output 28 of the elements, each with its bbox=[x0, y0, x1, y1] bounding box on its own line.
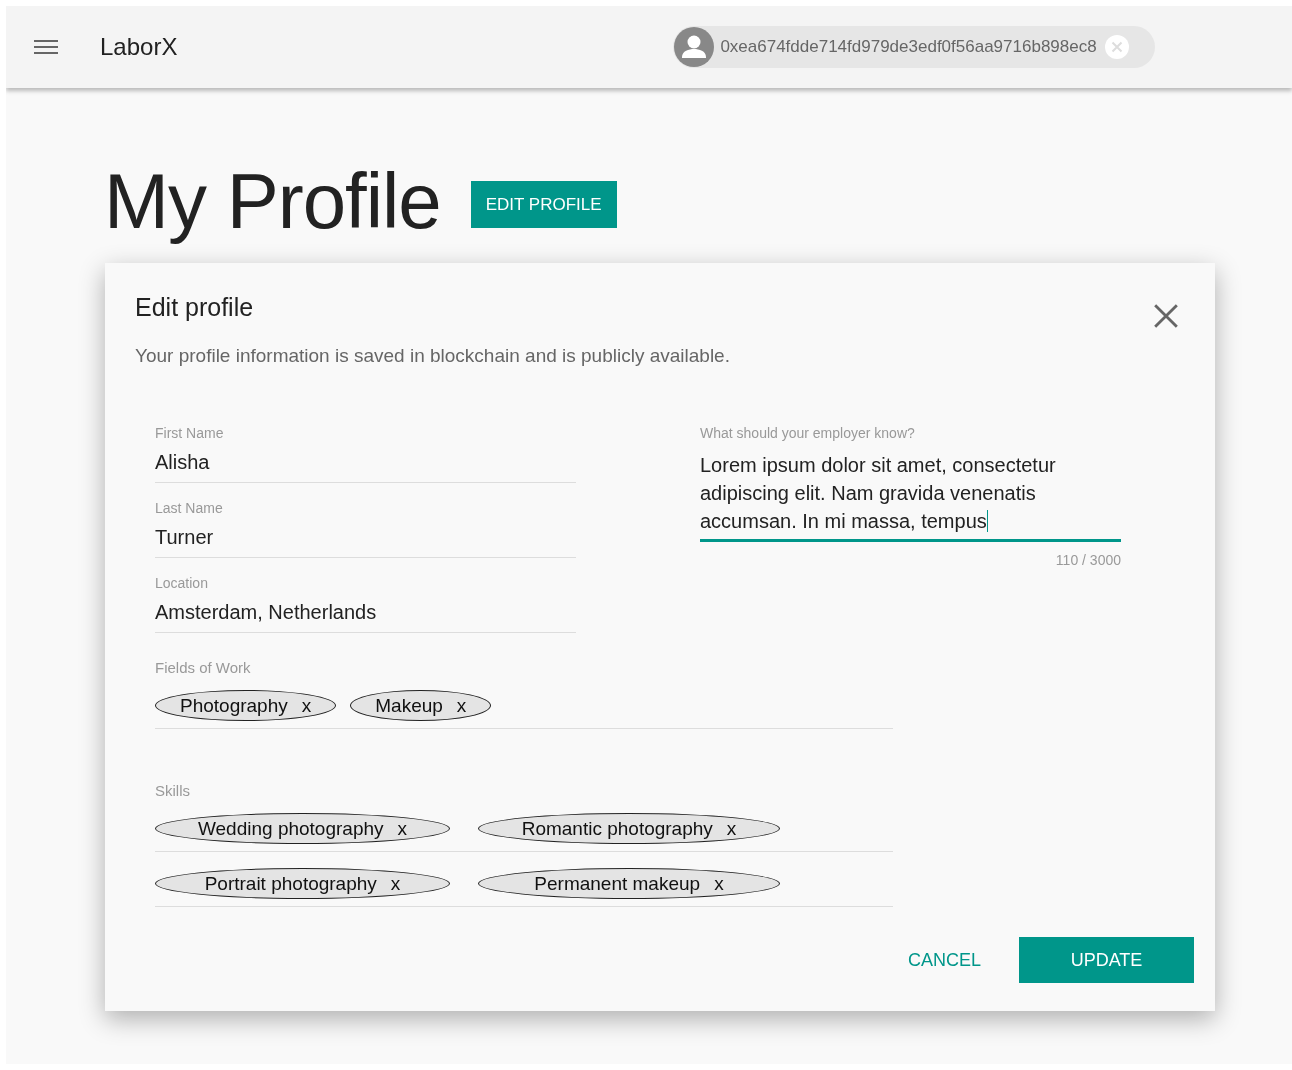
chip[interactable]: Portrait photography x bbox=[155, 868, 450, 899]
field-label: Skills bbox=[155, 782, 191, 799]
chip-input[interactable]: Photography x Makeup x bbox=[155, 690, 893, 729]
chip[interactable]: Wedding photography x bbox=[155, 813, 450, 844]
text-field[interactable]: Location Amsterdam, Netherlands bbox=[155, 575, 576, 633]
page-title: My Profile bbox=[104, 156, 441, 247]
cancel-button[interactable]: CANCEL bbox=[907, 949, 981, 971]
text-field[interactable]: First Name Alisha bbox=[155, 425, 576, 483]
wallet-address: 0xea674fdde714fd979de3edf0f56aa9716b898ec8 bbox=[720, 37, 1097, 57]
avatar-icon bbox=[674, 27, 715, 67]
app-name: LaborX bbox=[100, 33, 178, 61]
close-icon[interactable] bbox=[1153, 303, 1179, 329]
account-chip[interactable]: 0xea674fdde714fd979de3edf0f56aa9716b898ec8 bbox=[673, 26, 1155, 68]
update-button[interactable]: UPDATE bbox=[1019, 937, 1194, 983]
chip[interactable]: Romantic photography x bbox=[478, 813, 780, 844]
text-field[interactable]: Last Name Turner bbox=[155, 500, 576, 558]
dialog-subtitle: Your profile information is saved in blockchain and is publicly available. bbox=[135, 345, 731, 367]
chip[interactable]: Makeup x bbox=[350, 690, 492, 721]
chip-input[interactable]: Wedding photography x Romantic photography x bbox=[155, 813, 893, 852]
chip[interactable]: Photography x bbox=[155, 690, 337, 721]
chip[interactable]: Permanent makeup x bbox=[478, 868, 780, 899]
menu-icon[interactable] bbox=[34, 39, 58, 55]
edit-profile-button[interactable]: EDIT PROFILE bbox=[470, 181, 617, 228]
field-label: Fields of Work bbox=[155, 659, 252, 676]
dialog-title: Edit profile bbox=[135, 293, 254, 322]
chip-input[interactable]: Portrait photography x Permanent makeup x bbox=[155, 868, 893, 907]
text-area[interactable]: What should your employer know? Lorem ipsum dolor sit amet, consectetur adipiscing elit. Nam gravida venenatis accumsan. In mi massa, tempus bbox=[700, 425, 1121, 542]
character-counter: 110 / 3000 bbox=[1055, 552, 1121, 568]
